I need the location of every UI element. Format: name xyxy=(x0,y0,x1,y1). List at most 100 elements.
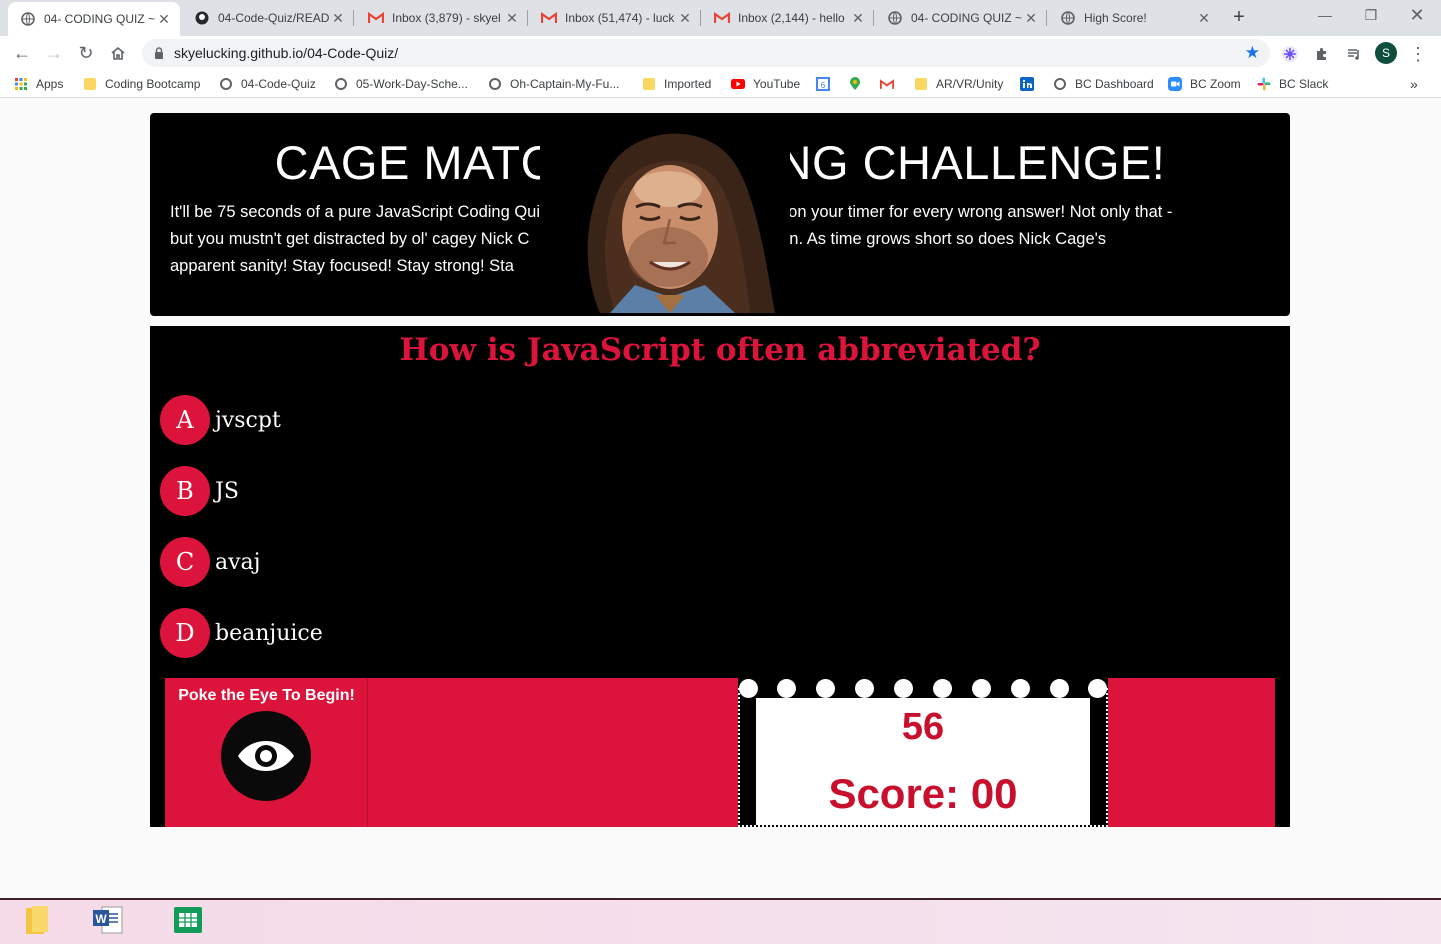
bookmark-04-code-quiz[interactable]: 04-Code-Quiz xyxy=(219,75,316,93)
tab-inbox-hello[interactable]: Inbox (2,144) - hello ✕ xyxy=(702,0,874,36)
marquee-light xyxy=(1011,679,1030,698)
bookmark-bc-zoom[interactable]: BC Zoom xyxy=(1168,75,1241,93)
marquee-light xyxy=(777,679,796,698)
lock-icon xyxy=(155,47,163,59)
folder-icon xyxy=(642,77,656,91)
marquee-light xyxy=(1050,679,1069,698)
media-playlist-icon[interactable] xyxy=(1343,43,1365,65)
tab-separator xyxy=(353,10,354,26)
bookmark-label: BC Zoom xyxy=(1190,77,1241,91)
close-tab-icon[interactable]: ✕ xyxy=(156,11,172,28)
tab-title: 04- CODING QUIZ ~ xyxy=(44,12,156,26)
page-viewport: CAGE MATCH DING CHALLENGE! It'll be 75 se… xyxy=(0,98,1441,898)
globe-icon xyxy=(1053,77,1067,91)
marquee-light xyxy=(855,679,874,698)
reload-icon[interactable]: ↻ xyxy=(74,41,98,65)
close-tab-icon[interactable]: ✕ xyxy=(504,10,520,27)
intro-line-1-left: It'll be 75 seconds of a pure JavaScript… xyxy=(170,203,541,221)
answer-letter-badge: C xyxy=(160,537,210,587)
extension-sparkle-icon[interactable] xyxy=(1279,43,1301,65)
globe-icon xyxy=(20,11,36,27)
answer-option-d[interactable]: D beanjuice xyxy=(160,608,323,658)
close-tab-icon[interactable]: ✕ xyxy=(1023,10,1039,27)
answer-letter-badge: B xyxy=(160,466,210,516)
restore-icon[interactable]: ❐ xyxy=(1348,4,1394,28)
score-card: 56 Score: 00 xyxy=(756,698,1090,825)
minimize-icon[interactable]: — xyxy=(1302,4,1348,28)
gmail-icon xyxy=(541,10,557,26)
more-bookmarks-chevron-icon[interactable]: » xyxy=(1410,75,1418,93)
tab-github-readme[interactable]: 04-Code-Quiz/READ ✕ xyxy=(182,0,354,36)
control-strip: Poke the Eye To Begin! 56 Score: 00 xyxy=(165,678,1275,827)
tab-title: 04- CODING QUIZ ~ xyxy=(911,11,1023,25)
profile-avatar[interactable]: S xyxy=(1375,42,1397,64)
answer-text: jvscpt xyxy=(215,407,281,433)
bookmark-bc-slack[interactable]: BC Slack xyxy=(1257,75,1328,93)
tab-separator xyxy=(700,10,701,26)
tab-high-score[interactable]: High Score! ✕ xyxy=(1048,0,1220,36)
word-icon[interactable]: W xyxy=(92,904,124,936)
bookmark-calendar[interactable]: 6 xyxy=(816,75,838,93)
bookmarks-bar: Apps Coding Bootcamp 04-Code-Quiz 05-Wor… xyxy=(0,70,1441,98)
bookmark-label: BC Slack xyxy=(1279,77,1329,91)
close-window-icon[interactable]: ✕ xyxy=(1394,4,1440,28)
puzzle-extensions-icon[interactable] xyxy=(1311,43,1333,65)
close-tab-icon[interactable]: ✕ xyxy=(1196,10,1212,27)
back-arrow-icon[interactable]: ← xyxy=(10,41,34,65)
folder-icon xyxy=(83,77,97,91)
bookmark-youtube[interactable]: YouTube xyxy=(731,75,800,93)
url-text: skyelucking.github.io/04-Code-Quiz/ xyxy=(174,45,399,61)
slack-icon xyxy=(1257,77,1271,91)
browser-toolbar: ← → ↻ skyelucking.github.io/04-Code-Quiz… xyxy=(0,36,1441,70)
tab-title: 04-Code-Quiz/READ xyxy=(218,11,330,25)
answer-option-a[interactable]: A jvscpt xyxy=(160,395,281,445)
bookmark-linkedin[interactable] xyxy=(1020,75,1042,93)
page-title-right: DING CHALLENGE! xyxy=(729,136,1166,189)
ticket-border xyxy=(738,825,1108,827)
new-tab-plus-icon[interactable]: + xyxy=(1227,6,1251,30)
marquee-lights xyxy=(738,678,1108,698)
bookmark-ar-vr-unity[interactable]: AR/VR/Unity xyxy=(914,75,1003,93)
bookmark-label: Imported xyxy=(664,77,712,91)
close-tab-icon[interactable]: ✕ xyxy=(677,10,693,27)
linkedin-icon xyxy=(1020,77,1034,91)
scoreboard-ticket: 56 Score: 00 xyxy=(738,678,1108,827)
file-explorer-icon[interactable] xyxy=(22,904,54,936)
kebab-menu-icon[interactable]: ⋮ xyxy=(1407,43,1429,65)
tab-coding-quiz-2[interactable]: 04- CODING QUIZ ~ ✕ xyxy=(875,0,1047,36)
youtube-icon xyxy=(731,77,745,91)
home-icon[interactable] xyxy=(106,41,130,65)
tab-separator xyxy=(527,10,528,26)
tab-inbox-luck[interactable]: Inbox (51,474) - luck ✕ xyxy=(529,0,701,36)
bookmark-star-icon[interactable]: ★ xyxy=(1245,43,1260,63)
close-tab-icon[interactable]: ✕ xyxy=(850,10,866,27)
eye-start-button[interactable] xyxy=(221,711,311,801)
bookmark-imported[interactable]: Imported xyxy=(642,75,711,93)
bookmark-coding-bootcamp[interactable]: Coding Bootcamp xyxy=(83,75,200,93)
tab-separator xyxy=(1046,10,1047,26)
address-bar[interactable]: skyelucking.github.io/04-Code-Quiz/ ★ xyxy=(142,39,1270,67)
bookmark-label: Apps xyxy=(36,77,64,91)
zoom-icon xyxy=(1168,77,1182,91)
forward-arrow-icon[interactable]: → xyxy=(42,41,66,65)
bookmark-apps[interactable]: Apps xyxy=(14,75,63,93)
bookmark-maps[interactable] xyxy=(848,75,870,93)
answer-option-c[interactable]: C avaj xyxy=(160,537,260,587)
nick-cage-image xyxy=(540,117,790,313)
close-tab-icon[interactable]: ✕ xyxy=(330,10,346,27)
question-text: How is JavaScript often abbreviated? xyxy=(399,332,1041,368)
bookmark-05-work-day[interactable]: 05-Work-Day-Sche... xyxy=(334,75,468,93)
answer-option-b[interactable]: B JS xyxy=(160,466,239,516)
tab-inbox-skyel[interactable]: Inbox (3,879) - skyel ✕ xyxy=(356,0,528,36)
answer-letter-badge: A xyxy=(160,395,210,445)
ticket-border xyxy=(738,688,741,827)
start-panel: Poke the Eye To Begin! xyxy=(165,678,368,827)
bookmark-gmail[interactable] xyxy=(880,75,902,93)
globe-icon xyxy=(887,10,903,26)
sheets-icon[interactable] xyxy=(172,904,204,936)
score-value: Score: 00 xyxy=(828,770,1018,817)
bookmark-bc-dashboard[interactable]: BC Dashboard xyxy=(1053,75,1154,93)
tab-coding-quiz[interactable]: 04- CODING QUIZ ~ ✕ xyxy=(8,2,180,36)
tab-title: Inbox (51,474) - luck xyxy=(565,11,675,25)
bookmark-oh-captain[interactable]: Oh-Captain-My-Fu... xyxy=(488,75,619,93)
